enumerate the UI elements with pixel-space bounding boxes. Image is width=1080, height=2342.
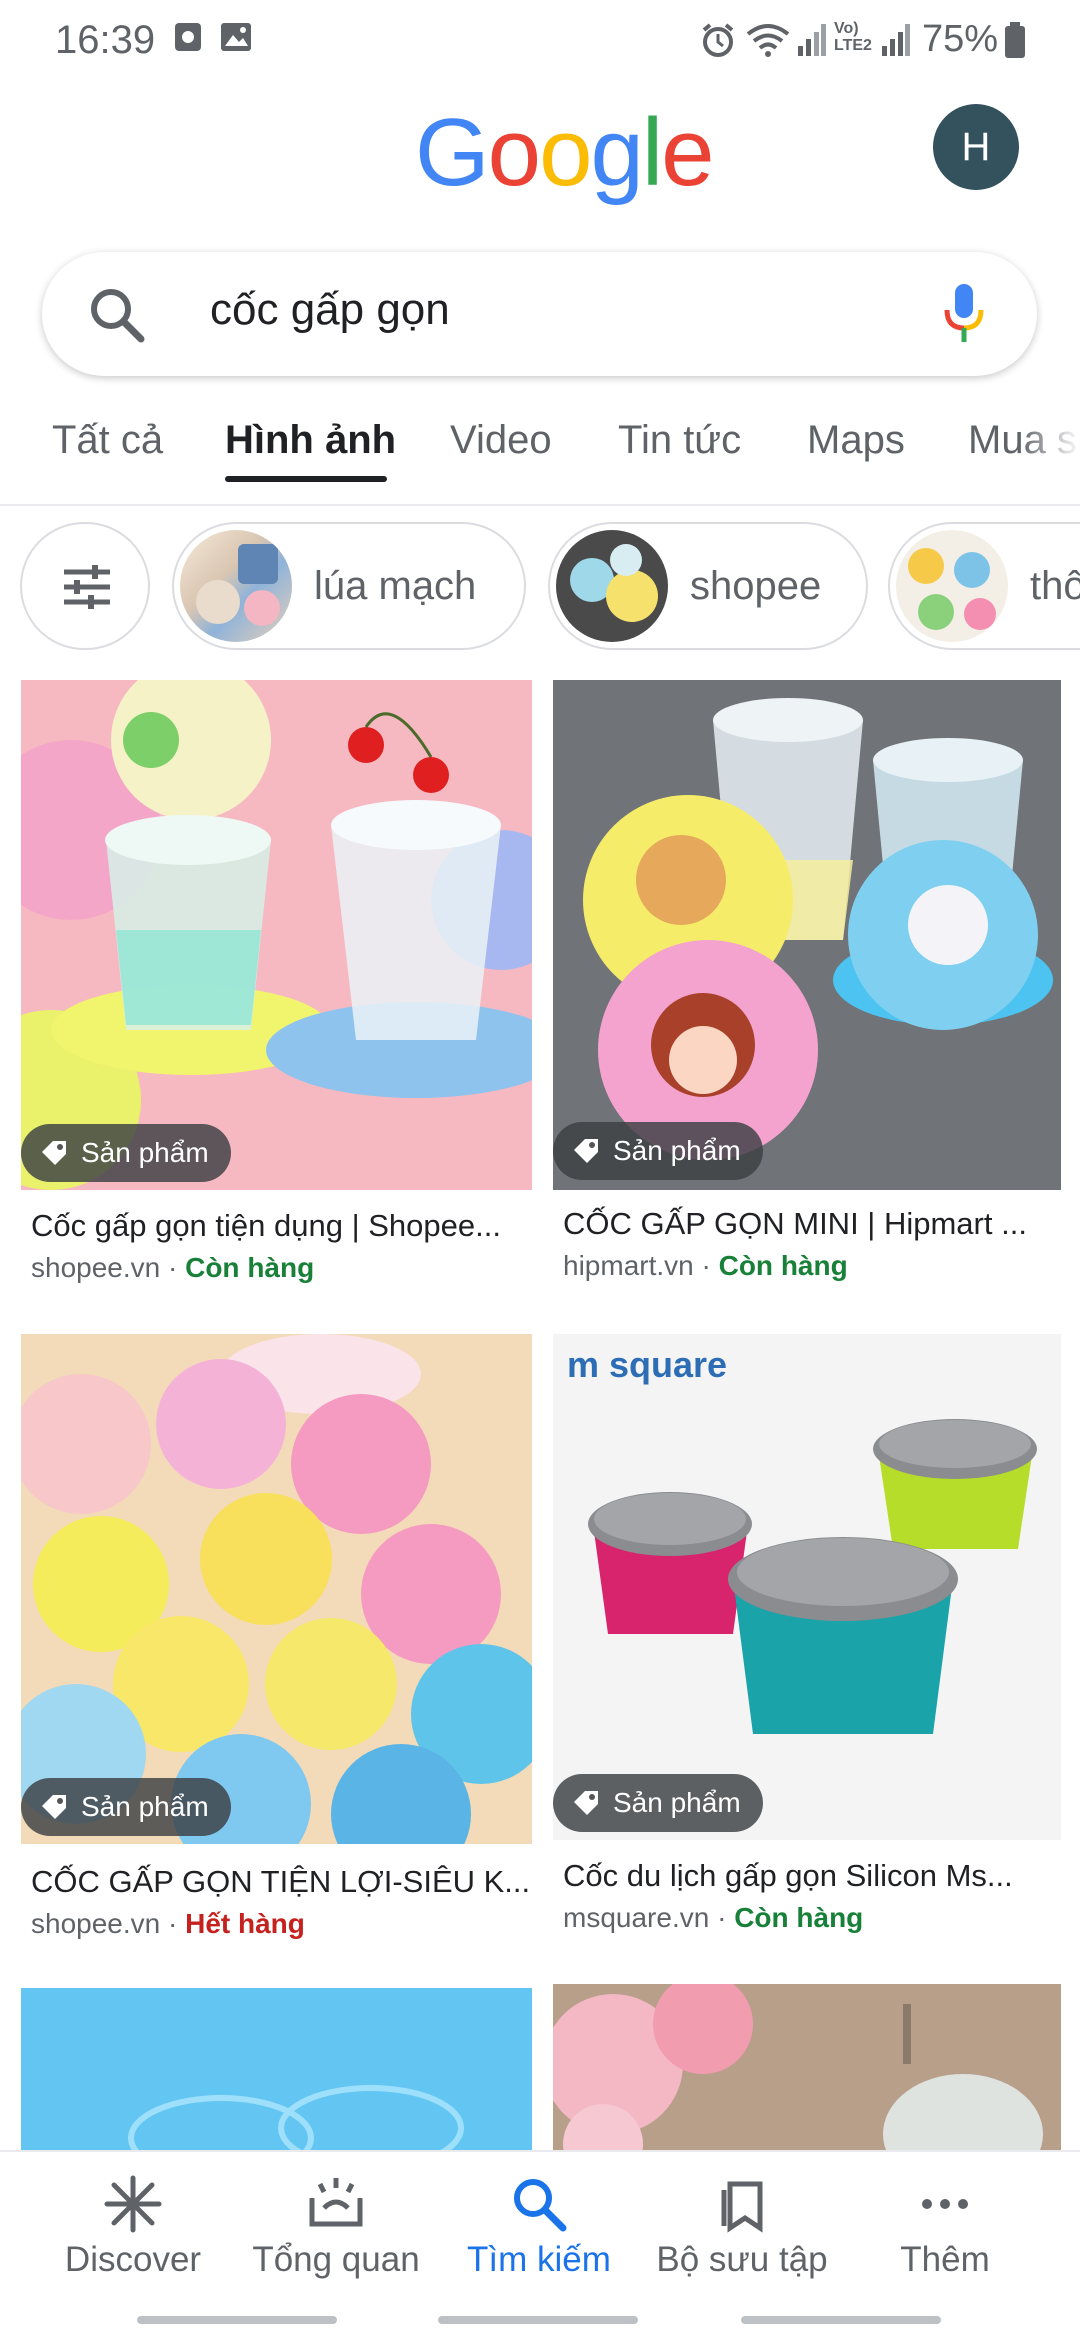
- result-title[interactable]: CỐC GẤP GỌN TIỆN LỢI-SIÊU K...: [31, 1864, 531, 1900]
- gesture-bar-right: [741, 2316, 941, 2324]
- chip-thumbnail: [896, 530, 1008, 642]
- result-title[interactable]: Cốc du lịch gấp gọn Silicon Ms...: [563, 1858, 1063, 1894]
- search-icon: [514, 2179, 567, 2232]
- avatar-initial: H: [961, 124, 991, 169]
- availability: Hết hàng: [185, 1908, 305, 1939]
- result-image[interactable]: [553, 1984, 1061, 2158]
- product-badge: Sản phẩm: [21, 1124, 231, 1182]
- tab-video[interactable]: Video: [450, 418, 552, 463]
- tag-icon: [42, 1141, 66, 1165]
- tag-icon: [574, 1791, 598, 1815]
- chip-label: lúa mạch: [314, 564, 477, 608]
- search-tabs: Tất cả Hình ảnh Video Tin tức Maps Mua s…: [0, 400, 1080, 506]
- chip-thumbnail: [180, 530, 292, 642]
- result-source: shopee.vn · Hết hàng: [31, 1908, 305, 1939]
- gallery-icon: [221, 23, 251, 51]
- badge-label: Sản phẩm: [613, 1787, 741, 1818]
- tab-all[interactable]: Tất cả: [52, 418, 163, 463]
- result-image[interactable]: m square: [553, 1334, 1061, 1840]
- wifi-icon: [746, 24, 790, 57]
- nav-discover[interactable]: Discover: [25, 2152, 241, 2312]
- result-image[interactable]: [21, 1988, 532, 2158]
- chip-label: thô: [1030, 564, 1080, 608]
- gesture-bar-center: [438, 2316, 638, 2324]
- status-time: 16:39: [55, 18, 156, 62]
- battery-icon: [1005, 22, 1025, 58]
- search-icon[interactable]: [88, 286, 146, 344]
- nav-more[interactable]: Thêm: [837, 2152, 1053, 2312]
- microphone-icon[interactable]: [942, 282, 986, 344]
- chip-lua-mach[interactable]: lúa mạch: [172, 522, 526, 650]
- result-source: shopee.vn · Còn hàng: [31, 1252, 315, 1283]
- badge-label: Sản phẩm: [81, 1791, 209, 1822]
- nav-search[interactable]: Tìm kiếm: [431, 2152, 647, 2312]
- screen-recorder-icon: [175, 23, 201, 51]
- tab-images[interactable]: Hình ảnh: [225, 418, 396, 463]
- availability: Còn hàng: [718, 1250, 848, 1281]
- battery-percent: 75%: [922, 18, 999, 60]
- source-domain: hipmart.vn: [563, 1250, 694, 1281]
- status-bar: 16:39 Vo) LTE2 75%: [0, 0, 1080, 80]
- search-box[interactable]: cốc gấp gọn: [42, 252, 1037, 376]
- chip-shopee[interactable]: shopee: [548, 522, 868, 650]
- filter-chip[interactable]: [20, 522, 150, 650]
- network-label: Vo) LTE2: [834, 20, 872, 54]
- nav-overview[interactable]: Tổng quan: [228, 2152, 444, 2312]
- result-image[interactable]: [553, 680, 1061, 1190]
- source-domain: shopee.vn: [31, 1252, 161, 1283]
- chip-third[interactable]: thô: [888, 522, 1080, 650]
- source-domain: shopee.vn: [31, 1908, 161, 1939]
- nav-collections[interactable]: Bộ sưu tập: [634, 2152, 850, 2312]
- chip-thumbnail: [556, 530, 668, 642]
- refinement-chips: lúa mạch shopee thô: [0, 522, 1080, 654]
- gesture-bar-left: [137, 2316, 337, 2324]
- image-result-card[interactable]: Sản phẩm Cốc gấp gọn tiện dụng | Shopee.…: [21, 680, 532, 1290]
- image-result-card[interactable]: Sản phẩm CỐC GẤP GỌN MINI | Hipmart ... …: [553, 680, 1061, 1290]
- tag-icon: [42, 1795, 66, 1819]
- tabs-fade: [1020, 400, 1080, 500]
- availability: Còn hàng: [185, 1252, 315, 1283]
- source-domain: msquare.vn: [563, 1902, 710, 1933]
- result-title[interactable]: Cốc gấp gọn tiện dụng | Shopee...: [31, 1208, 531, 1244]
- product-badge: Sản phẩm: [553, 1774, 763, 1832]
- availability: Còn hàng: [734, 1902, 864, 1933]
- alarm-icon: [702, 23, 734, 57]
- tab-maps[interactable]: Maps: [807, 418, 905, 463]
- signal-icon-2: [882, 24, 910, 56]
- more-icon: [922, 2199, 968, 2209]
- bottom-navigation: Discover Tổng quan Tìm kiếm Bộ sưu tập T…: [0, 2150, 1080, 2342]
- brand-watermark: m square: [567, 1344, 728, 1385]
- result-image[interactable]: [21, 1334, 532, 1844]
- overview-icon: [309, 2178, 363, 2227]
- tab-news[interactable]: Tin tức: [618, 418, 741, 463]
- google-logo[interactable]: Google: [415, 98, 715, 208]
- result-source: msquare.vn · Còn hàng: [563, 1902, 864, 1933]
- tag-icon: [574, 1139, 598, 1163]
- result-title[interactable]: CỐC GẤP GỌN MINI | Hipmart ...: [563, 1206, 1063, 1242]
- badge-label: Sản phẩm: [613, 1135, 741, 1166]
- asterisk-icon: [104, 2175, 162, 2233]
- search-input[interactable]: cốc gấp gọn: [210, 285, 450, 335]
- image-result-card[interactable]: m square Sản phẩm Cốc du lịch gấp gọn Si…: [553, 1334, 1061, 1944]
- product-badge: Sản phẩm: [21, 1778, 231, 1836]
- account-avatar[interactable]: H: [933, 104, 1019, 190]
- result-source: hipmart.vn · Còn hàng: [563, 1250, 848, 1281]
- product-badge: Sản phẩm: [553, 1122, 763, 1180]
- result-image[interactable]: [21, 680, 532, 1190]
- bookmark-icon: [721, 2181, 763, 2233]
- signal-icon: [798, 24, 826, 56]
- active-tab-indicator: [225, 476, 387, 482]
- chip-label: shopee: [690, 564, 822, 608]
- image-result-card[interactable]: Sản phẩm CỐC GẤP GỌN TIỆN LỢI-SIÊU K... …: [21, 1334, 532, 1944]
- tune-icon: [64, 565, 110, 609]
- badge-label: Sản phẩm: [81, 1137, 209, 1168]
